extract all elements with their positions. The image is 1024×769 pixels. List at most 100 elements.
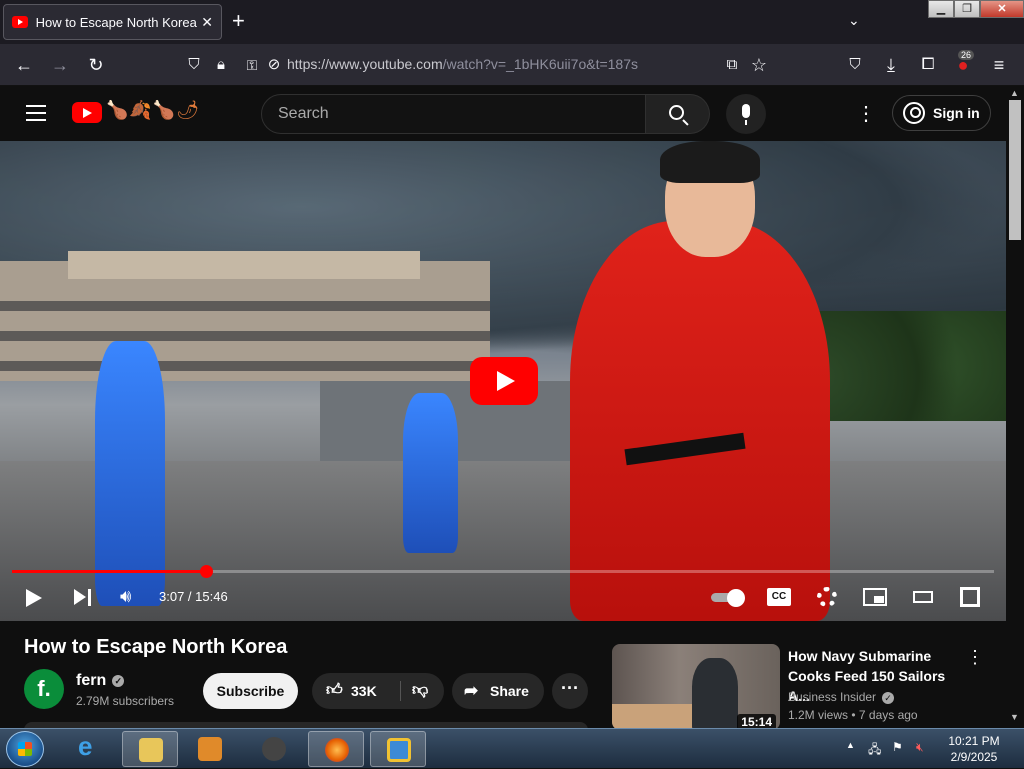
video-player[interactable] (0, 141, 1006, 621)
folder-icon (139, 738, 163, 762)
extensions-icon[interactable]: ⧠ (916, 53, 940, 77)
theater-mode-icon[interactable] (913, 591, 933, 603)
scroll-up-arrow-icon[interactable]: ▲ (1010, 88, 1019, 98)
tab-title: How to Escape North Korea - Y (35, 14, 198, 30)
share-button[interactable]: ➦ Share (452, 673, 544, 709)
channel-name[interactable]: fern (76, 672, 106, 689)
video-building (0, 251, 490, 381)
like-dislike-group: 👍︎ 33K 👎︎ (312, 673, 444, 709)
settings-gear-icon[interactable] (817, 587, 837, 607)
like-divider (400, 681, 401, 701)
pocket-icon[interactable]: ⛉ (843, 53, 867, 77)
action-center-flag-icon[interactable]: ⚑ (892, 740, 903, 754)
youtube-logo[interactable] (72, 102, 102, 123)
url-path: /watch?v=_1bHK6uii7o&t=187s (442, 56, 638, 72)
more-actions-button[interactable]: ··· (552, 673, 588, 709)
reload-icon[interactable]: ↻ (84, 53, 108, 77)
browser-navigation-bar: ← → ↻ ⛉ 🔒︎ ⚿ ⊘ https://www.youtube.com/w… (0, 44, 1024, 86)
tab-close-icon[interactable]: ✕ (201, 14, 213, 31)
app-window-icon (387, 738, 411, 762)
extension-badge: 26 (958, 50, 975, 60)
thumbs-up-icon[interactable]: 👍︎ (326, 681, 343, 700)
video-title: How to Escape North Korea (24, 636, 288, 658)
new-tab-button[interactable]: + (232, 10, 245, 32)
permissions-icon[interactable]: ⚿ (240, 53, 264, 77)
captions-button[interactable]: CC (767, 588, 791, 606)
thumbnail-cook (692, 658, 738, 730)
scroll-down-arrow-icon[interactable]: ▼ (1010, 712, 1019, 722)
channel-name-row[interactable]: fern ✓ (76, 672, 125, 690)
search-input[interactable]: Search (261, 94, 646, 134)
next-icon[interactable] (74, 589, 86, 605)
search-icon (669, 105, 684, 120)
like-count[interactable]: 33K (351, 683, 377, 699)
progress-bar[interactable] (12, 565, 994, 578)
downloads-icon[interactable]: ⤓ (879, 53, 903, 77)
youtube-header: 🍗🍂🍗🌶 Search ⋮ Sign in (0, 86, 1006, 141)
recommended-channel-row[interactable]: Business Insider ✓ (788, 690, 895, 704)
close-window-button[interactable]: ✕ (980, 0, 1024, 18)
clock-time: 10:21 PM (948, 734, 1000, 748)
channel-avatar[interactable]: f. (24, 669, 64, 709)
list-all-tabs-icon[interactable]: ⌄ (848, 12, 860, 29)
clock-date: 2/9/2025 (950, 750, 998, 764)
verified-check-icon: ✓ (112, 674, 125, 687)
tray-expand-icon[interactable]: ▲ (846, 740, 855, 750)
recommended-channel[interactable]: Business Insider (788, 690, 876, 704)
start-button[interactable] (6, 731, 44, 767)
lock-icon[interactable]: 🔒︎ (209, 53, 233, 77)
network-icon[interactable]: 🖧︎ (868, 740, 881, 761)
recommended-meta: 1.2M views • 7 days ago (788, 708, 918, 722)
sign-in-button[interactable]: Sign in (892, 95, 991, 131)
guide-menu-icon[interactable] (26, 105, 46, 121)
voice-search-mic-icon[interactable] (726, 94, 766, 134)
address-bar[interactable]: https://www.youtube.com/watch?v=_1bHK6ui… (287, 56, 638, 72)
page-scrollbar[interactable]: ▲ ▼ (1006, 86, 1024, 728)
sign-in-label: Sign in (933, 105, 980, 121)
progress-played (12, 570, 207, 573)
browser-tab[interactable]: How to Escape North Korea - Y ✕ (3, 4, 222, 40)
next-bar-icon (88, 589, 91, 606)
bookmark-star-icon[interactable]: ☆ (747, 53, 771, 77)
incognito-icon (262, 737, 286, 761)
verified-check-icon: ✓ (882, 691, 895, 704)
taskbar-firefox[interactable] (308, 731, 364, 767)
account-icon (903, 102, 925, 124)
volume-icon[interactable]: 🔊︎ (120, 586, 131, 607)
video-guard-right (403, 393, 458, 553)
miniplayer-icon[interactable] (863, 588, 887, 606)
recommended-video-thumbnail[interactable]: 15:14 (612, 644, 780, 730)
volume-muted-icon[interactable]: 🔇︎ (916, 740, 924, 755)
settings-kebab-icon[interactable]: ⋮ (856, 101, 876, 126)
recommended-menu-icon[interactable]: ⋮ (966, 647, 984, 668)
fullscreen-icon[interactable] (960, 587, 980, 607)
browser-tab-strip: How to Escape North Korea - Y ✕ + ⌄ ▁ ❐ … (0, 0, 1024, 44)
scrollbar-thumb[interactable] (1009, 100, 1021, 240)
forward-arrow-icon[interactable]: → (48, 53, 72, 77)
play-icon[interactable] (26, 589, 42, 607)
app-menu-icon[interactable]: ≡ (987, 53, 1011, 77)
taskbar-file-explorer[interactable] (122, 731, 178, 767)
tracking-shield-icon[interactable]: ⛉ (182, 53, 206, 77)
taskbar-media-player[interactable] (182, 731, 238, 767)
thumbs-down-icon[interactable]: 👎︎ (412, 681, 428, 700)
window-controls: ▁ ❐ ✕ (928, 0, 1024, 18)
taskbar-incognito[interactable] (246, 731, 302, 767)
picture-in-picture-icon[interactable]: ⧉ (720, 53, 744, 77)
large-play-button[interactable] (470, 357, 538, 405)
taskbar-internet-explorer[interactable]: e (62, 731, 118, 767)
back-arrow-icon[interactable]: ← (12, 53, 36, 77)
autoplay-blocked-icon[interactable]: ⊘ (262, 53, 286, 77)
video-guard-left (95, 341, 165, 606)
taskbar-clock[interactable]: 10:21 PM 2/9/2025 (940, 733, 1008, 765)
thumbnail-tray (612, 704, 702, 730)
taskbar-app[interactable] (370, 731, 426, 767)
autoplay-knob (727, 589, 745, 607)
logo-doodle[interactable]: 🍗🍂🍗🌶 (106, 100, 200, 121)
media-player-icon (198, 737, 222, 761)
minimize-button[interactable]: ▁ (928, 0, 954, 18)
restore-button[interactable]: ❐ (954, 0, 980, 18)
subscribe-button[interactable]: Subscribe (203, 673, 298, 709)
search-button[interactable] (646, 94, 710, 134)
autoplay-toggle[interactable] (711, 589, 745, 607)
